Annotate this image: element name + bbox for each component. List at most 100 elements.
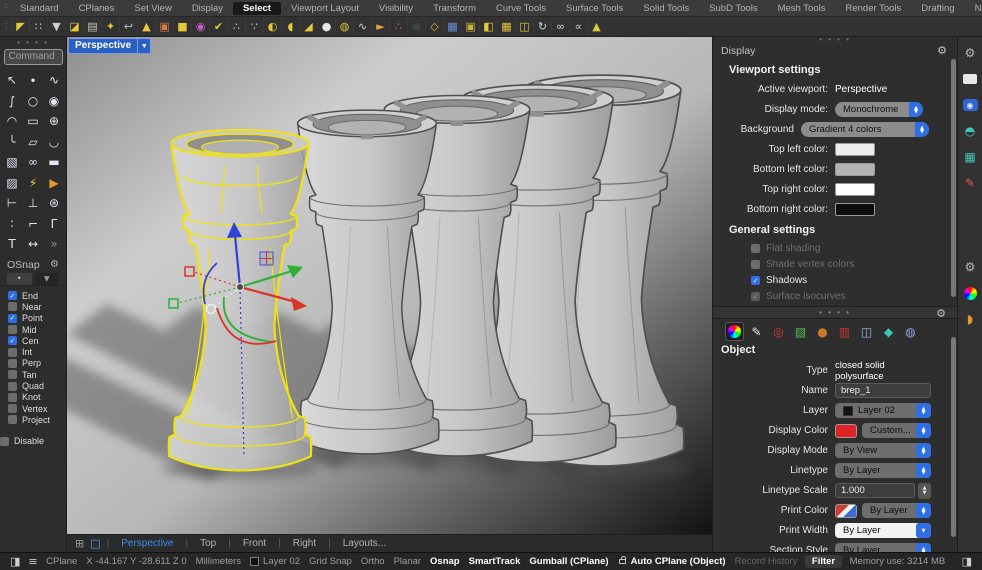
osnap-gear-icon[interactable]: ⚙ <box>50 259 59 270</box>
shell-panel-icon[interactable]: ◗ <box>958 306 982 332</box>
cylinder-tab-icon[interactable]: ◍ <box>902 323 919 340</box>
single-viewport-icon[interactable]: □ <box>90 537 100 550</box>
osnap-filter-tab[interactable]: ▼ <box>35 273 60 285</box>
color-swatch-bottom-right-color[interactable] <box>835 203 875 216</box>
plane-tool-icon[interactable]: ▬ <box>44 152 65 173</box>
checkbox-cen[interactable] <box>8 336 17 345</box>
units-button[interactable]: Millimeters <box>191 556 245 567</box>
joint-b-tool-icon[interactable]: ⊥ <box>23 193 44 214</box>
image-frame-icon[interactable]: ▣ <box>461 18 479 35</box>
checkbox-point[interactable] <box>8 314 17 323</box>
print-width-select[interactable]: By Layer <box>835 523 931 538</box>
checkbox-shadows[interactable] <box>751 276 760 285</box>
color-swatch-top-left-color[interactable] <box>835 143 875 156</box>
auto-cplane-toggle[interactable]: Auto CPlane (Object) <box>613 556 730 567</box>
menu-item-select[interactable]: Select <box>233 2 281 15</box>
osnap-end[interactable]: End <box>8 291 66 301</box>
color-swatch-bottom-left-color[interactable] <box>835 163 875 176</box>
named-selections-icon[interactable]: ▣ <box>155 18 173 35</box>
color-wheel-tab-icon[interactable] <box>726 323 743 340</box>
viewport-3d[interactable]: Perspective ▼ <box>67 37 712 534</box>
command-list-icon[interactable]: ≡ <box>24 555 41 568</box>
ortho-toggle[interactable]: Ortho <box>356 556 389 567</box>
osnap-near[interactable]: Near <box>8 302 66 312</box>
menu-item-new-in-v8[interactable]: New in V8 <box>965 2 982 15</box>
circles-tool-icon[interactable]: ⊛ <box>44 193 65 214</box>
point-tool-icon[interactable]: ∙ <box>23 70 44 91</box>
planar-toggle[interactable]: Planar <box>389 556 425 567</box>
pointer-tool-icon[interactable]: ↖ <box>2 70 23 91</box>
select-flag-icon[interactable]: ◢ <box>299 18 317 35</box>
select-points-icon[interactable]: ∷ <box>29 18 47 35</box>
setting-flat-shading[interactable]: Flat shading <box>751 241 957 256</box>
checkbox-perp[interactable] <box>8 359 17 368</box>
display-mode-select[interactable]: Monochrome <box>835 102 923 117</box>
tab-front[interactable]: Front <box>231 538 278 549</box>
surface-patch-tool-icon[interactable]: ▱ <box>23 132 44 153</box>
spiral-icon[interactable]: ↻ <box>533 18 551 35</box>
texture-tab-icon[interactable]: ▧ <box>792 323 809 340</box>
active-layer-button[interactable]: Layer 02 <box>246 556 305 567</box>
dimension-tool-icon[interactable]: ↔ <box>23 234 44 255</box>
gumball-toggle[interactable]: Gumball (CPlane) <box>525 556 613 567</box>
grid-snap-toggle[interactable]: Grid Snap <box>305 556 357 567</box>
osnap-quad[interactable]: Quad <box>8 381 66 391</box>
menu-item-display[interactable]: Display <box>182 2 233 15</box>
select-volume-icon[interactable]: ▲ <box>137 18 155 35</box>
rectangle-tool-icon[interactable]: ▭ <box>23 111 44 132</box>
select-by-layer-icon[interactable]: ▤ <box>83 18 101 35</box>
setting-surface-isocurves[interactable]: Surface isocurves <box>751 289 957 304</box>
osnap-vertex[interactable]: Vertex <box>8 403 66 413</box>
select-box-icon[interactable]: ■ <box>173 18 191 35</box>
setting-shade-vertex-colors[interactable]: Shade vertex colors <box>751 257 957 272</box>
stepper-arrows-icon[interactable] <box>916 503 931 518</box>
checkbox-near[interactable] <box>8 302 17 311</box>
menu-item-drafting[interactable]: Drafting <box>911 2 964 15</box>
checkbox-project[interactable] <box>8 415 17 424</box>
object-display-mode-select[interactable]: By View <box>835 443 931 458</box>
white-sphere-icon[interactable]: ● <box>317 18 335 35</box>
display-panel-icon[interactable] <box>958 66 982 92</box>
stepper-arrows-icon[interactable] <box>916 463 931 478</box>
status-panel-icon[interactable]: ◨ <box>958 555 976 568</box>
strip-gear-2-icon[interactable]: ⚙ <box>958 254 982 280</box>
osnap-mid[interactable]: Mid <box>8 324 66 334</box>
grid-plane-icon[interactable]: ▦ <box>497 18 515 35</box>
control-curve-tool-icon[interactable]: ∫ <box>2 91 23 112</box>
cone-icon[interactable]: ▲ <box>587 18 605 35</box>
render-box-tab-icon[interactable]: ▥ <box>836 323 853 340</box>
print-color-swatch[interactable] <box>835 504 857 518</box>
viewport-title-pill[interactable]: Perspective ▼ <box>68 38 151 54</box>
display-color-swatch[interactable] <box>835 424 857 438</box>
material-sphere-tab-icon[interactable]: ● <box>814 323 831 340</box>
target-tool-icon[interactable]: ⊕ <box>44 111 65 132</box>
viewport-title-dropdown-icon[interactable]: ▼ <box>138 38 151 54</box>
tab-top[interactable]: Top <box>188 538 228 549</box>
checkbox-knot[interactable] <box>8 393 17 402</box>
select-half-icon[interactable]: ◐ <box>263 18 281 35</box>
osnap-cen[interactable]: Cen <box>8 336 66 346</box>
color-wheel-panel-icon[interactable] <box>958 280 982 306</box>
menu-item-visibility[interactable]: Visibility <box>369 2 423 15</box>
display-panel-scrollbar[interactable] <box>951 59 956 297</box>
more-tools-icon[interactable]: » <box>44 234 65 255</box>
menu-item-cplanes[interactable]: CPlanes <box>69 2 125 15</box>
viewport-title[interactable]: Perspective <box>68 38 138 54</box>
viewport-canvas[interactable] <box>67 37 712 534</box>
select-brush-icon[interactable]: ◤ <box>11 18 29 35</box>
robot-arm-tool-icon[interactable]: Γ <box>44 214 65 235</box>
color-swatch-top-right-color[interactable] <box>835 183 875 196</box>
select-scatter-icon[interactable]: ∴ <box>227 18 245 35</box>
display-panel-gear-icon[interactable]: ⚙ <box>937 44 947 57</box>
curve-nodes-icon[interactable]: ∿ <box>353 18 371 35</box>
osnap-disable[interactable]: Disable <box>0 436 66 446</box>
box-globe-icon[interactable]: ◫ <box>515 18 533 35</box>
box-tool-icon[interactable]: ▧ <box>2 152 23 173</box>
panel-toggle-icon[interactable]: ◨ <box>6 555 24 568</box>
menu-item-viewport-layout[interactable]: Viewport Layout <box>281 2 369 15</box>
strip-gear-icon[interactable]: ⚙ <box>958 40 982 66</box>
cplane-button[interactable]: CPlane <box>42 556 82 567</box>
invert-selection-icon[interactable]: ◪ <box>65 18 83 35</box>
eye-tool-icon[interactable]: ◉ <box>44 91 65 112</box>
osnap-knot[interactable]: Knot <box>8 392 66 402</box>
